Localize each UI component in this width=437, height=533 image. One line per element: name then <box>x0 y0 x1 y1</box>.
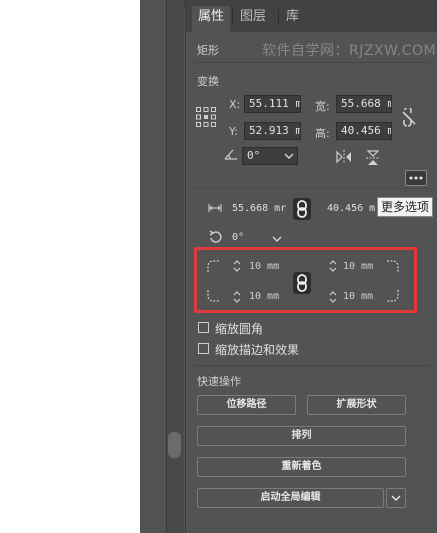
rotate-angle-icon <box>224 149 237 160</box>
global-edit-options-button[interactable] <box>386 488 406 508</box>
panel-tabs: 属性 图层 库 <box>186 0 437 32</box>
document-canvas[interactable] <box>0 0 140 533</box>
link-dimensions-button[interactable] <box>293 198 311 220</box>
constrain-proportions-icon[interactable] <box>401 108 417 128</box>
quick-actions-heading: 快速操作 <box>197 375 241 388</box>
expand-shape-button[interactable]: 扩展形状 <box>307 395 406 415</box>
divider <box>194 365 430 366</box>
shape-height-value[interactable]: 40.456 m <box>327 203 375 214</box>
x-label: X: <box>229 98 241 111</box>
more-options-button[interactable] <box>405 170 427 186</box>
transform-heading: 变换 <box>197 75 219 88</box>
height-label: 高: <box>315 127 330 140</box>
highlight-annotation <box>194 247 417 313</box>
scale-strokes-label: 缩放描边和效果 <box>215 343 300 357</box>
y-input[interactable]: 52.913 m <box>244 122 301 140</box>
watermark-text: 软件自学网：RJZXW.COM <box>262 43 437 59</box>
width-arrows-icon <box>208 204 222 212</box>
tab-divider <box>232 9 233 25</box>
tab-layers[interactable]: 图层 <box>234 6 272 32</box>
width-label: 宽: <box>315 100 330 113</box>
chevron-down-icon[interactable] <box>272 235 282 243</box>
shape-rotation-value[interactable]: 0° <box>232 232 244 243</box>
divider <box>194 62 430 63</box>
scale-corners-label: 缩放圆角 <box>215 322 264 336</box>
link-icon <box>297 200 307 218</box>
ellipsis-icon <box>409 176 423 180</box>
canvas-gutter <box>140 0 166 533</box>
scale-strokes-checkbox[interactable] <box>198 343 209 354</box>
global-edit-button[interactable]: 启动全局编辑 <box>197 488 384 508</box>
tab-libraries[interactable]: 库 <box>280 6 305 32</box>
flip-horizontal-icon[interactable] <box>336 150 352 164</box>
tab-divider <box>278 9 279 25</box>
height-input[interactable]: 40.456 m <box>336 122 392 140</box>
width-input[interactable]: 55.668 m <box>336 95 392 113</box>
rotate-shape-icon <box>209 230 222 243</box>
offset-path-button[interactable]: 位移路径 <box>197 395 296 415</box>
y-label: Y: <box>229 125 238 138</box>
chevron-down-icon <box>391 495 401 501</box>
chevron-down-icon[interactable] <box>284 152 294 160</box>
scale-corners-checkbox[interactable] <box>198 322 209 333</box>
properties-panel: 属性 图层 库 矩形 软件自学网：RJZXW.COM 变换 X: 55.111 … <box>185 0 437 533</box>
recolor-button[interactable]: 重新着色 <box>197 457 406 477</box>
shape-width-value[interactable]: 55.668 mr <box>232 203 286 214</box>
scrollbar-thumb[interactable] <box>168 432 181 458</box>
reference-point-icon[interactable] <box>195 106 217 128</box>
more-options-tooltip: 更多选项 <box>377 197 434 217</box>
x-input[interactable]: 55.111 m <box>244 95 301 113</box>
flip-vertical-icon[interactable] <box>366 150 380 166</box>
arrange-button[interactable]: 排列 <box>197 426 406 446</box>
tab-properties[interactable]: 属性 <box>192 6 231 32</box>
object-type-label: 矩形 <box>197 44 219 57</box>
